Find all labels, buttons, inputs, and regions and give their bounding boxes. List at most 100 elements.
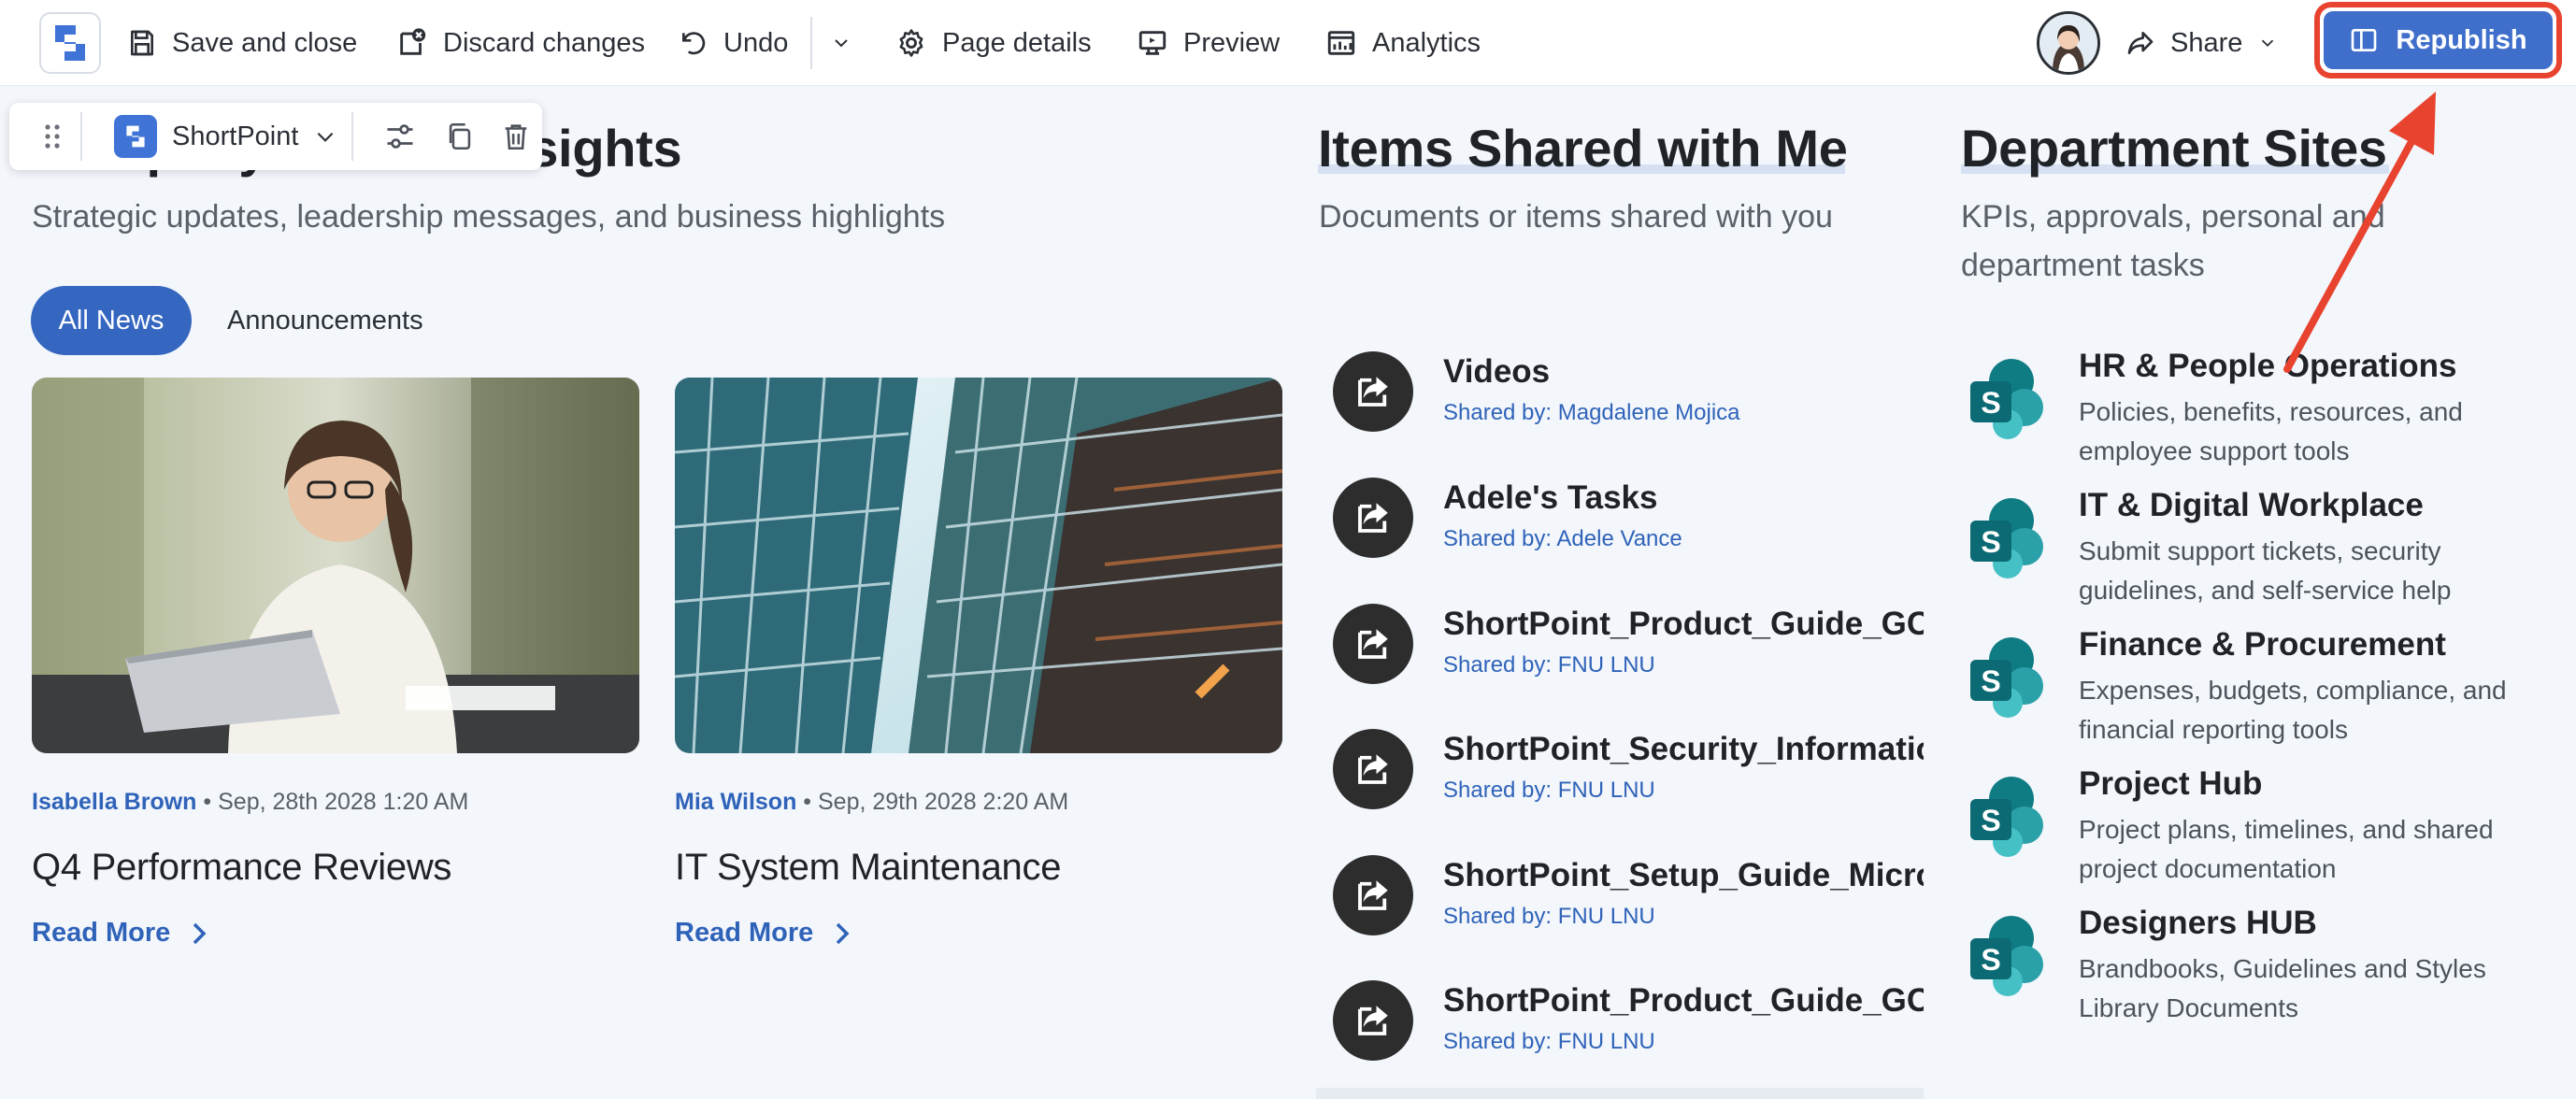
preview-label: Preview [1183, 27, 1281, 58]
department-name: Designers HUB [2079, 905, 2317, 941]
department-item-hr[interactable]: S HR & People Operations Policies, benef… [1961, 348, 2559, 478]
tab-announcements[interactable]: Announcements [227, 286, 423, 355]
share-arrow-icon [1333, 729, 1413, 809]
news-image-woman-laptop[interactable] [32, 378, 639, 753]
undo-label: Undo [723, 27, 789, 58]
svg-text:S: S [1981, 664, 2000, 698]
page-details-button[interactable]: Page details [895, 17, 1092, 69]
list-item[interactable]: ShortPoint_Security_Information Shared b… [1333, 720, 1924, 832]
trash-icon[interactable] [486, 103, 546, 170]
shared-item-by: Shared by: FNU LNU [1443, 904, 1655, 929]
save-and-close-button[interactable]: Save and close [127, 17, 357, 69]
page-details-label: Page details [942, 27, 1092, 58]
republish-highlight: Republish [2314, 2, 2562, 78]
shared-item-name: Adele's Tasks [1443, 479, 1658, 516]
share-button[interactable]: Share [2125, 17, 2278, 69]
department-description: Expenses, budgets, compliance, and finan… [2079, 676, 2507, 744]
toolbar-divider [810, 17, 812, 69]
shared-item-name: ShortPoint_Product_Guide_GCC [1443, 606, 1924, 642]
chevron-down-icon [835, 39, 848, 48]
department-name: IT & Digital Workplace [2079, 487, 2424, 523]
read-more-label: Read More [675, 918, 814, 948]
shared-item-name: ShortPoint_Product_Guide_GCC [1443, 982, 1924, 1019]
shared-item-by: Shared by: FNU LNU [1443, 1029, 1655, 1054]
share-arrow-icon [1333, 980, 1413, 1061]
share-arrow-icon [1333, 604, 1413, 684]
sharepoint-icon: S [1970, 359, 2043, 439]
shared-item-by: Shared by: Adele Vance [1443, 526, 1682, 551]
news-date: Sep, 28th 2028 1:20 AM [218, 789, 469, 815]
preview-icon [1138, 31, 1166, 55]
chevron-right-icon [837, 922, 850, 944]
drag-handle-icon[interactable] [28, 103, 77, 170]
shared-item-by: Shared by: Magdalene Mojica [1443, 400, 1740, 425]
shared-item-name: Videos [1443, 353, 1551, 390]
undo-history-dropdown[interactable] [830, 17, 852, 69]
news-title[interactable]: IT System Maintenance [675, 847, 1061, 889]
discard-changes-button[interactable]: Discard changes [396, 17, 645, 69]
discard-changes-label: Discard changes [443, 27, 645, 58]
webpart-toolbar-divider [80, 112, 82, 161]
news-title[interactable]: Q4 Performance Reviews [32, 847, 451, 889]
news-section-subtitle: Strategic updates, leadership messages, … [32, 199, 946, 235]
meta-separator: • [203, 789, 219, 815]
analytics-button[interactable]: Analytics [1325, 17, 1481, 69]
departments-section-title: Department Sites [1961, 119, 2387, 178]
settings-sliders-icon[interactable] [370, 103, 430, 170]
news-author[interactable]: Mia Wilson [675, 789, 796, 815]
department-item-designers-hub[interactable]: S Designers HUB Brandbooks, Guidelines a… [1961, 905, 2559, 1035]
shared-item-by: Shared by: FNU LNU [1443, 652, 1655, 678]
department-item-finance[interactable]: S Finance & Procurement Expenses, budget… [1961, 626, 2559, 757]
list-item[interactable]: Videos Shared by: Magdalene Mojica [1333, 342, 1924, 454]
shortpoint-logo-icon[interactable] [39, 12, 101, 74]
shared-list-scroll-edge [1316, 1088, 1924, 1099]
webpart-toolbar-divider [351, 112, 353, 161]
chevron-right-icon [193, 922, 207, 944]
share-arrow-icon [1333, 855, 1413, 935]
news-image-glass-building[interactable] [675, 378, 1282, 753]
shared-items-list: Videos Shared by: Magdalene Mojica Adele… [1316, 333, 1924, 1080]
top-toolbar: Save and close Discard changes Undo Page… [0, 0, 2576, 86]
list-item[interactable]: ShortPoint_Setup_Guide_Microsoft Shared … [1333, 846, 1924, 958]
department-name: Finance & Procurement [2079, 626, 2446, 663]
shared-item-by: Shared by: FNU LNU [1443, 778, 1655, 803]
sharepoint-icon: S [1970, 498, 2043, 578]
department-name: HR & People Operations [2079, 348, 2457, 384]
list-item[interactable]: ShortPoint_Product_Guide_GCC Shared by: … [1333, 971, 1924, 1080]
read-more-link[interactable]: Read More [32, 918, 208, 949]
department-description: Submit support tickets, security guideli… [2079, 536, 2452, 605]
shortpoint-selector[interactable]: ShortPoint [114, 115, 337, 158]
shortpoint-badge-icon [114, 115, 157, 158]
shared-item-name: ShortPoint_Security_Information [1443, 731, 1924, 767]
read-more-link[interactable]: Read More [675, 918, 851, 949]
svg-text:S: S [1981, 943, 2000, 977]
undo-button[interactable]: Undo [679, 17, 788, 69]
news-meta: Isabella Brown • Sep, 28th 2028 1:20 AM [32, 789, 468, 816]
preview-button[interactable]: Preview [1137, 17, 1280, 69]
list-item[interactable]: Adele's Tasks Shared by: Adele Vance [1333, 468, 1924, 580]
chevron-down-icon [318, 132, 334, 142]
gear-icon [899, 29, 923, 57]
sharepoint-icon: S [1970, 637, 2043, 718]
shortpoint-selector-label: ShortPoint [172, 121, 299, 151]
copy-icon[interactable] [430, 103, 490, 170]
republish-label: Republish [2396, 24, 2527, 55]
shared-item-name: ShortPoint_Setup_Guide_Microsoft [1443, 857, 1924, 893]
save-and-close-label: Save and close [172, 27, 358, 58]
department-item-it[interactable]: S IT & Digital Workplace Submit support … [1961, 487, 2559, 618]
department-item-project-hub[interactable]: S Project Hub Project plans, timelines, … [1961, 765, 2559, 896]
tab-all-news[interactable]: All News [31, 286, 192, 355]
share-arrow-icon [1333, 478, 1413, 558]
news-meta: Mia Wilson • Sep, 29th 2028 2:20 AM [675, 789, 1068, 816]
department-description: Project plans, timelines, and shared pro… [2079, 815, 2494, 883]
list-item[interactable]: ShortPoint_Product_Guide_GCC Shared by: … [1333, 594, 1924, 706]
svg-text:S: S [1981, 386, 2000, 420]
departments-section-subtitle: KPIs, approvals, personal and department… [1961, 199, 2385, 283]
news-author[interactable]: Isabella Brown [32, 789, 196, 815]
republish-button[interactable]: Republish [2324, 11, 2553, 69]
department-description: Brandbooks, Guidelines and Styles Librar… [2079, 954, 2486, 1022]
read-more-label: Read More [32, 918, 171, 948]
user-avatar[interactable] [2037, 11, 2100, 75]
analytics-label: Analytics [1372, 27, 1481, 58]
sharepoint-icon: S [1970, 916, 2043, 996]
